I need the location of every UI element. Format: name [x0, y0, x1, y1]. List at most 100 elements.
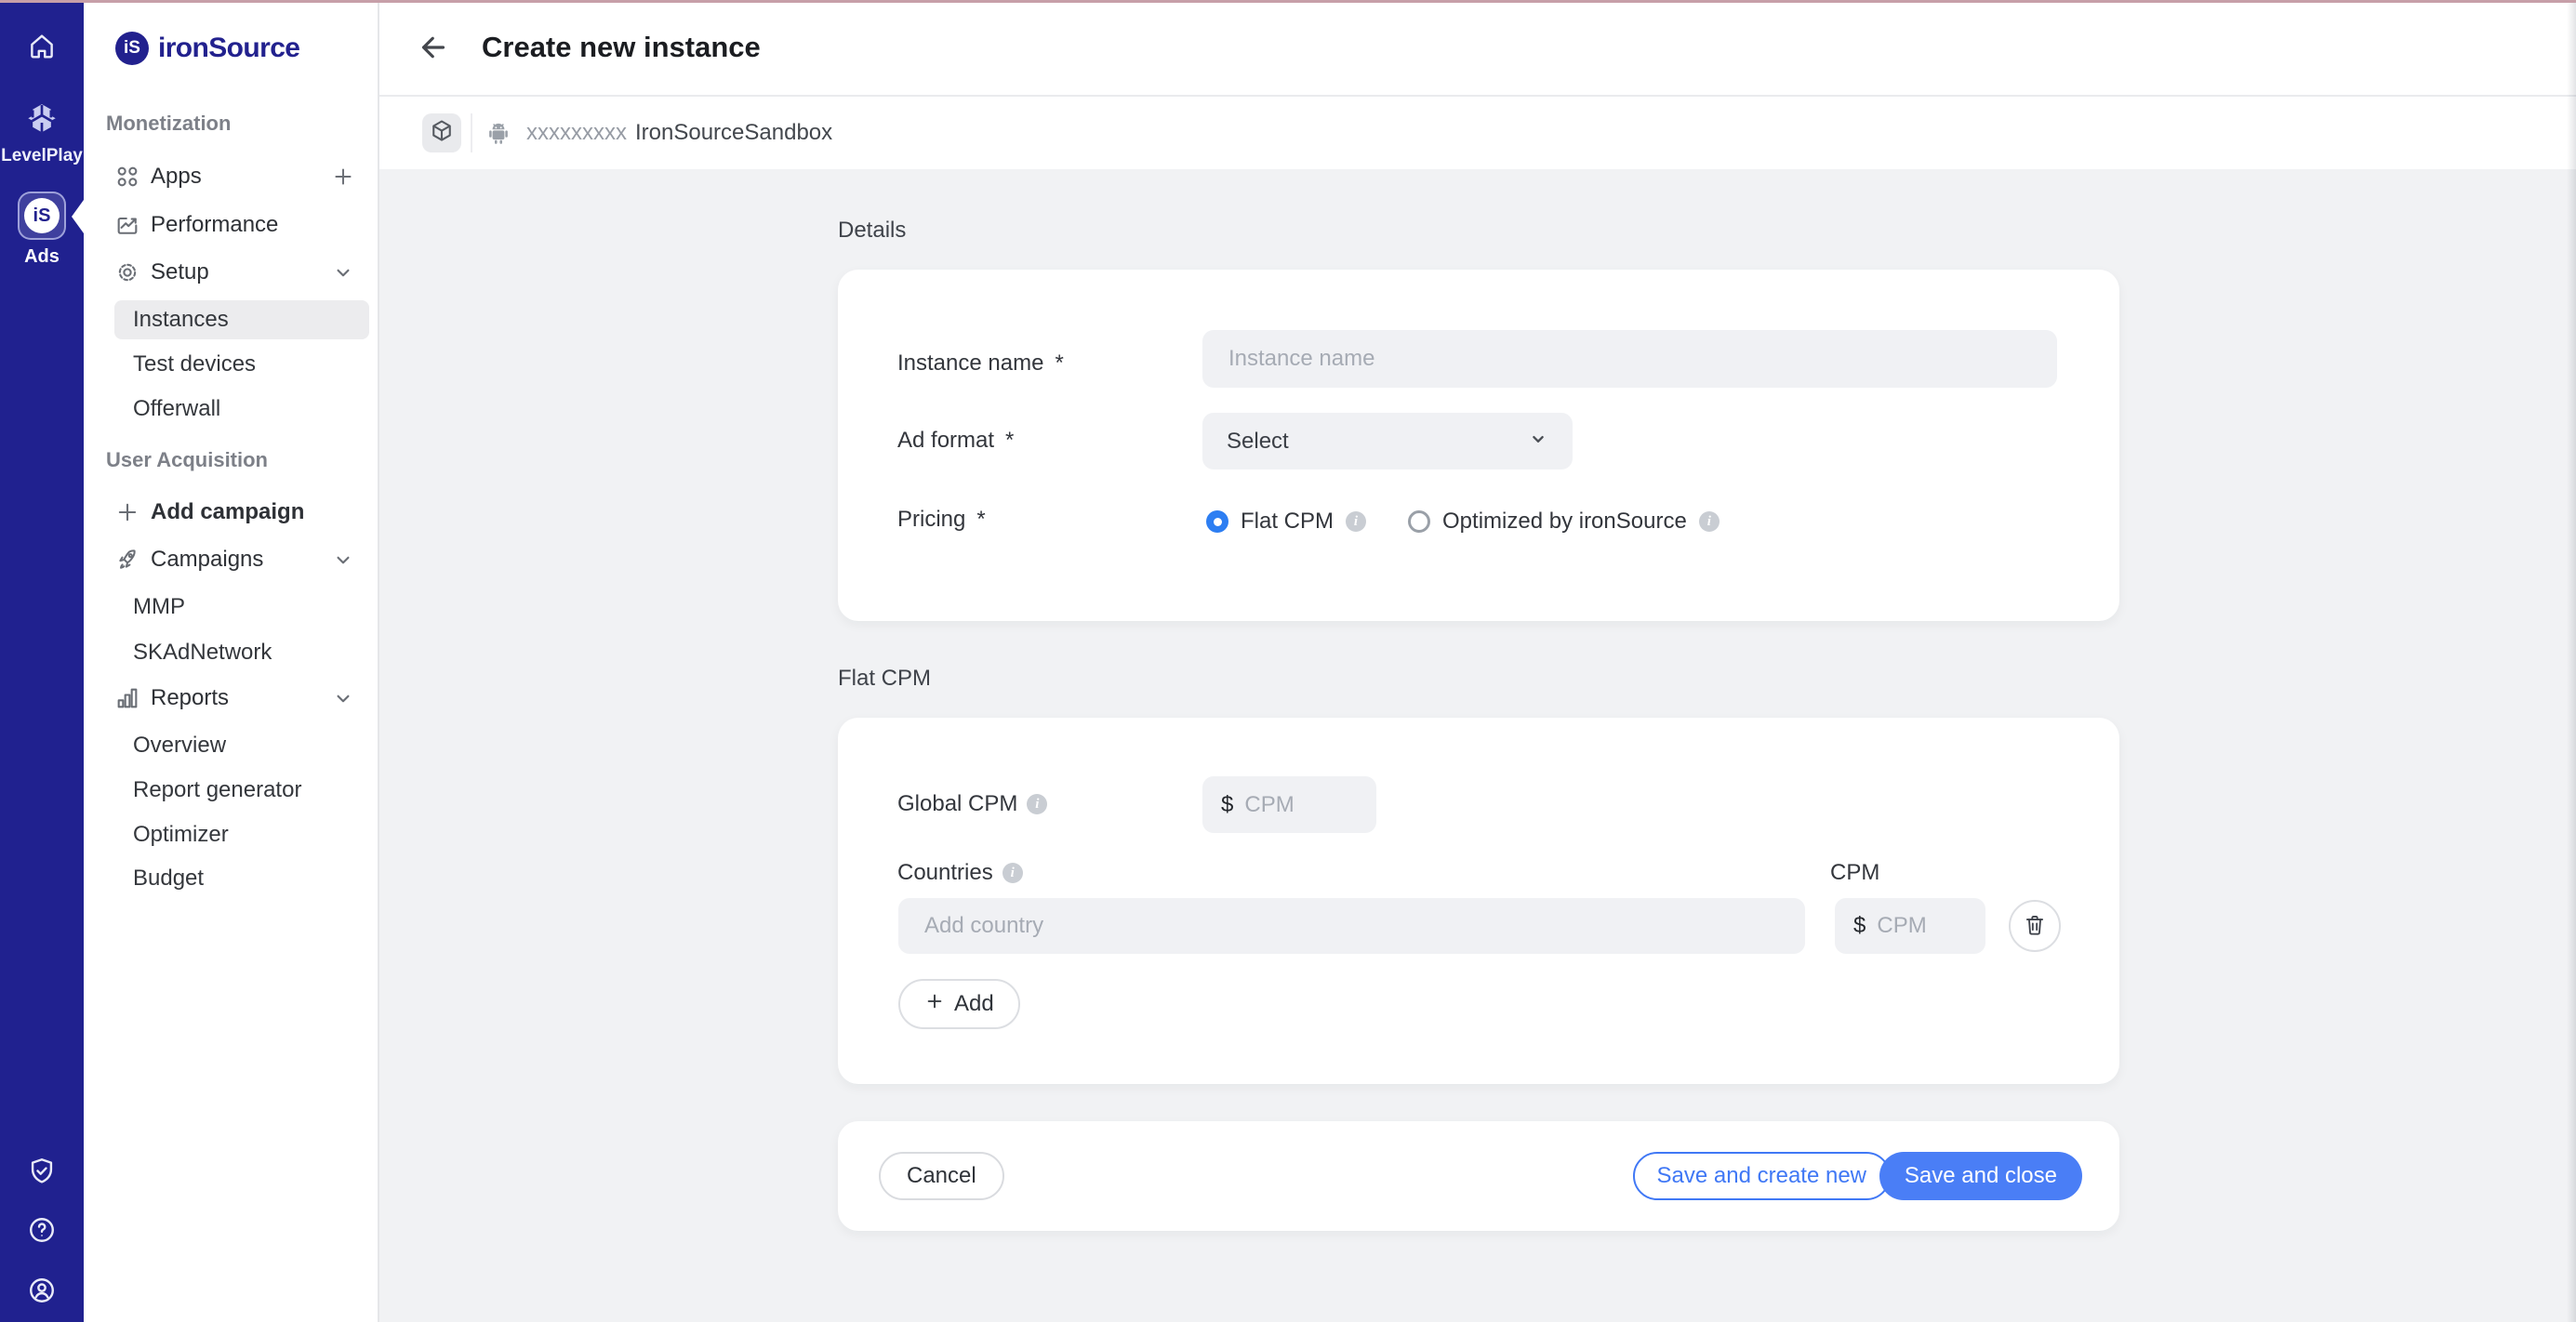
levelplay-nav-item[interactable]: LevelPlay [0, 101, 84, 166]
chevron-down-icon [331, 260, 355, 284]
sidebar-item-label: Report generator [133, 777, 301, 803]
app-root: LevelPlay iS Ads iS iron [0, 0, 2576, 1322]
android-icon [484, 118, 513, 148]
sidebar-item-setup[interactable]: Setup [114, 250, 355, 295]
sidebar-item-budget[interactable]: Budget [133, 856, 204, 901]
radio-label: Flat CPM [1241, 509, 1334, 535]
sidebar-item-add-campaign[interactable]: Add campaign [114, 490, 355, 535]
shield-check-icon [26, 1156, 58, 1192]
sidebar-item-label: Instances [133, 307, 229, 333]
instance-name-label: Instance name* [897, 350, 1064, 377]
user-icon [26, 1275, 58, 1311]
currency-symbol: $ [1853, 913, 1866, 939]
ad-format-label: Ad format* [897, 428, 1014, 454]
sidebar-item-instances[interactable]: Instances [114, 300, 369, 339]
instance-name-input[interactable] [1202, 330, 2057, 388]
required-asterisk: * [976, 507, 985, 533]
add-app-button[interactable] [331, 165, 355, 189]
save-and-close-button[interactable]: Save and close [1879, 1152, 2082, 1200]
section-label-user-acquisition: User Acquisition [106, 448, 268, 470]
sidebar-item-offerwall[interactable]: Offerwall [133, 387, 220, 431]
cpm-column-header: CPM [1830, 860, 1879, 886]
required-asterisk: * [1055, 350, 1063, 377]
chevron-down-icon [1528, 429, 1548, 454]
country-cpm-field: $ [1835, 898, 1985, 954]
apps-grid-icon [114, 164, 140, 190]
rocket-icon [114, 547, 140, 573]
performance-chart-icon [114, 212, 140, 238]
info-icon[interactable]: i [1027, 794, 1047, 814]
form-content: Details Instance name* Ad format* Select… [379, 169, 2576, 1322]
currency-symbol: $ [1221, 792, 1233, 818]
cancel-button[interactable]: Cancel [879, 1152, 1004, 1200]
sidebar-item-label: Overview [133, 733, 226, 759]
save-and-create-new-button[interactable]: Save and create new [1633, 1152, 1891, 1200]
sidebar-item-test-devices[interactable]: Test devices [133, 342, 256, 387]
sidebar-item-label: Campaigns [151, 547, 263, 573]
radio-selected-icon[interactable] [1206, 510, 1228, 533]
ad-format-select[interactable]: Select [1202, 413, 1573, 469]
section-label-monetization: Monetization [106, 112, 231, 134]
sidebar-item-performance[interactable]: Performance [114, 203, 355, 247]
cube-icon [429, 118, 455, 149]
pricing-option-flat-cpm[interactable]: Flat CPM i [1206, 509, 1366, 535]
ironsource-logo-text: ironSource [158, 33, 299, 64]
sidebar-item-optimizer[interactable]: Optimizer [133, 813, 229, 857]
sandbox-top-border [0, 0, 2576, 3]
sidebar: iS ironSource Monetization Apps Performa… [84, 0, 379, 1322]
global-cpm-label: Global CPM i [897, 791, 1047, 817]
gear-icon [114, 259, 140, 285]
back-button[interactable] [417, 31, 450, 64]
pricing-radio-group: Flat CPM i Optimized by ironSource i [1206, 503, 1720, 540]
info-icon[interactable]: i [1346, 511, 1366, 532]
delete-country-row-button[interactable] [2009, 900, 2061, 952]
left-rail: LevelPlay iS Ads [0, 0, 84, 1322]
ironsource-logo[interactable]: iS ironSource [115, 32, 299, 65]
page-title: Create new instance [482, 31, 761, 64]
page-header: Create new instance [379, 0, 2576, 97]
info-icon[interactable]: i [1699, 511, 1720, 532]
account-button[interactable] [0, 1275, 84, 1311]
sidebar-item-reports[interactable]: Reports [114, 676, 355, 720]
add-button-label: Add [954, 991, 994, 1017]
app-name: IronSourceSandbox [635, 120, 832, 146]
flat-cpm-card: Global CPM i $ Countries i CPM $ [838, 718, 2119, 1084]
sidebar-item-label: Budget [133, 866, 204, 892]
radio-unselected-icon[interactable] [1408, 510, 1430, 533]
sidebar-item-report-generator[interactable]: Report generator [133, 768, 301, 813]
home-icon [26, 31, 58, 67]
sidebar-item-label: Optimizer [133, 822, 229, 848]
sidebar-item-overview[interactable]: Overview [133, 723, 226, 768]
breadcrumb-divider [471, 113, 472, 152]
sidebar-item-label: Offerwall [133, 396, 220, 422]
sidebar-item-label: Add campaign [151, 499, 304, 525]
bar-chart-icon [114, 685, 140, 711]
ads-label: Ads [24, 246, 60, 268]
levelplay-unity-icon [24, 101, 60, 141]
pricing-option-optimized[interactable]: Optimized by ironSource i [1408, 509, 1720, 535]
sidebar-item-mmp[interactable]: MMP [133, 585, 185, 629]
country-cpm-input[interactable] [1877, 913, 1942, 939]
global-cpm-input[interactable] [1244, 792, 1337, 818]
global-cpm-field: $ [1202, 776, 1376, 833]
chevron-down-icon [331, 686, 355, 710]
sidebar-item-label: Apps [151, 164, 202, 190]
ironsource-logo-icon: iS [115, 32, 149, 65]
sidebar-item-campaigns[interactable]: Campaigns [114, 537, 355, 582]
main-area: Create new instance xxxxxxxxx IronSource… [379, 0, 2576, 1322]
levelplay-label: LevelPlay [1, 146, 83, 166]
info-icon[interactable]: i [1003, 863, 1023, 883]
sidebar-item-skadnetwork[interactable]: SKAdNetwork [133, 630, 272, 675]
scrollbar-gutter[interactable] [2567, 0, 2576, 1322]
add-country-row-button[interactable]: Add [898, 979, 1020, 1029]
trash-icon [2023, 913, 2047, 940]
sidebar-item-apps[interactable]: Apps [114, 154, 355, 199]
ad-format-selected-value: Select [1227, 429, 1289, 455]
privacy-button[interactable] [0, 1156, 84, 1192]
help-button[interactable] [0, 1214, 84, 1250]
add-country-input[interactable] [898, 898, 1805, 954]
help-icon [26, 1214, 58, 1250]
app-badge [422, 113, 461, 152]
home-button[interactable] [0, 31, 84, 67]
required-asterisk: * [1005, 428, 1014, 454]
